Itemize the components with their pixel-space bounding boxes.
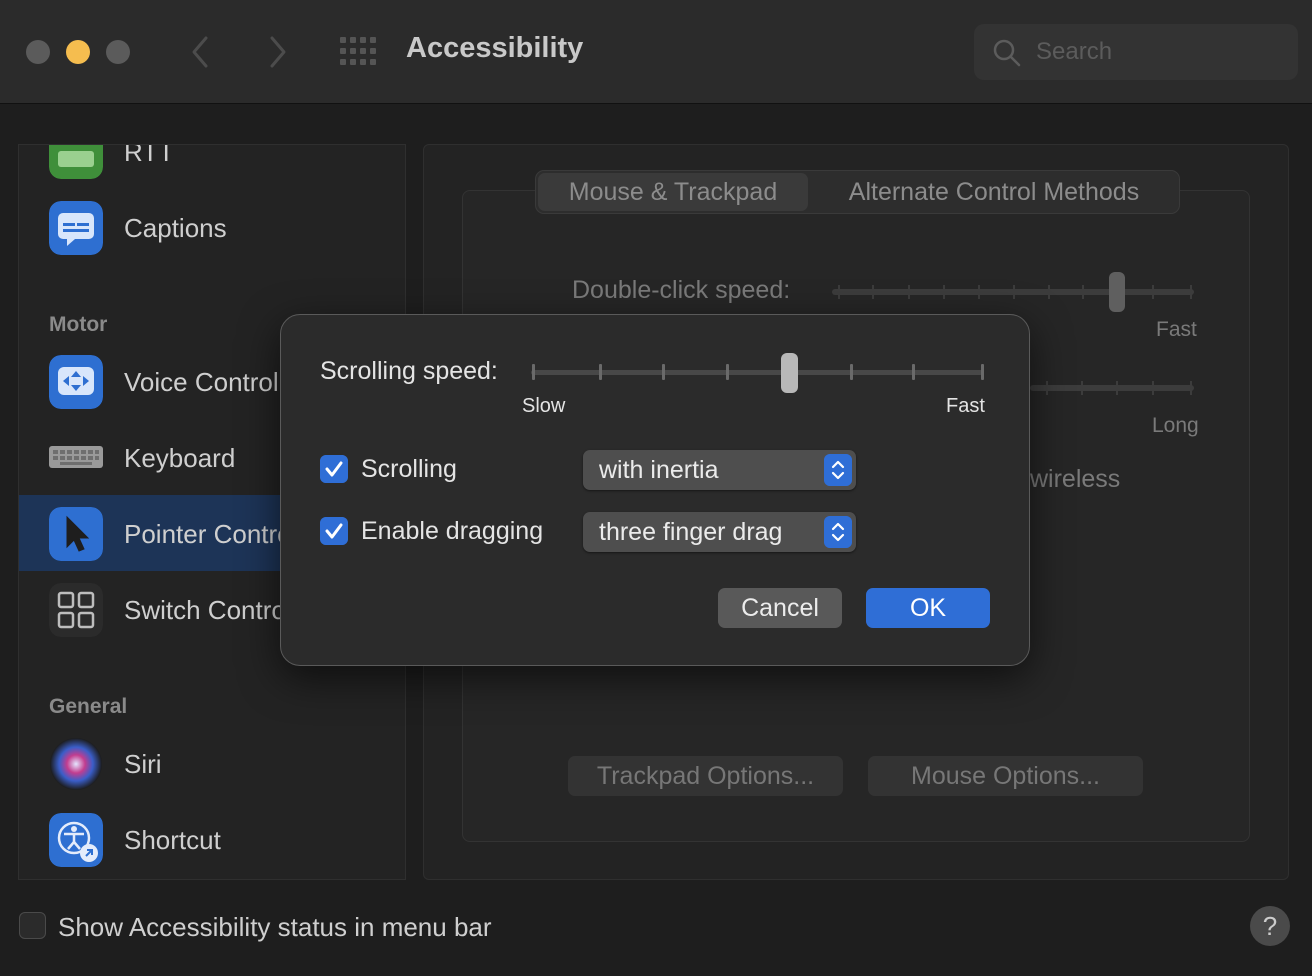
trackpad-options-button[interactable]: Trackpad Options... <box>568 756 843 796</box>
fast-label: Fast <box>946 395 985 417</box>
slider-tick <box>726 364 729 380</box>
sidebar-item-label: Captions <box>124 213 227 243</box>
slider-tick <box>943 285 945 299</box>
slider-tick <box>872 285 874 299</box>
sidebar-item-siri[interactable]: Siri <box>19 725 405 801</box>
slider-tick <box>978 285 980 299</box>
slider-tick <box>908 285 910 299</box>
scrolling-checkbox[interactable] <box>320 455 348 483</box>
slow-label: Slow <box>522 395 566 417</box>
trackpad-options-dialog: Scrolling speed: Slow Fast Scrolling wit… <box>280 314 1030 666</box>
slider-tick <box>912 364 915 380</box>
sidebar-item-label: Shortcut <box>124 825 221 855</box>
siri-icon <box>50 738 102 790</box>
sidebar-item-label: Siri <box>124 749 162 779</box>
slider-tick <box>1116 381 1118 395</box>
dragging-style-popup[interactable]: three finger drag <box>583 512 856 552</box>
chevron-up-down-icon <box>824 454 852 486</box>
slider-tick <box>662 364 665 380</box>
spring-loading-long-label: Long <box>1152 414 1199 437</box>
mouse-options-button[interactable]: Mouse Options... <box>868 756 1143 796</box>
scrolling-label: Scrolling <box>361 455 457 483</box>
slider-tick <box>850 364 853 380</box>
slider-tick <box>599 364 602 380</box>
double-click-fast-label: Fast <box>1156 318 1197 341</box>
ok-button[interactable]: OK <box>866 588 990 628</box>
tab-mouse-trackpad[interactable]: Mouse & Trackpad <box>538 173 808 211</box>
forward-arrow-icon[interactable] <box>262 30 292 74</box>
scrolling-speed-label: Scrolling speed: <box>320 357 498 385</box>
sidebar-item-label: Pointer Control <box>124 519 298 549</box>
chevron-up-down-icon <box>824 516 852 548</box>
slider-tick <box>1190 381 1192 395</box>
cancel-button[interactable]: Cancel <box>718 588 842 628</box>
voice-control-icon <box>49 355 103 409</box>
sidebar-item-label: RTT <box>124 144 175 167</box>
sidebar-item-label: Switch Control <box>124 595 292 625</box>
search-placeholder: Search <box>1036 38 1113 65</box>
slider-tick <box>981 364 984 380</box>
minimize-window-button[interactable] <box>66 40 90 64</box>
double-click-speed-knob[interactable] <box>1109 272 1125 312</box>
slider-tick <box>1152 285 1154 299</box>
double-click-speed-label: Double-click speed: <box>572 276 791 304</box>
accessibility-shortcut-icon <box>49 813 103 867</box>
slider-tick <box>1190 285 1192 299</box>
show-all-grid-icon[interactable] <box>340 37 376 65</box>
sidebar-item-label: Voice Control <box>124 367 279 397</box>
enable-dragging-checkbox[interactable] <box>320 517 348 545</box>
keyboard-rtt-icon <box>49 145 103 179</box>
close-window-button[interactable] <box>26 40 50 64</box>
enable-dragging-label: Enable dragging <box>361 517 544 545</box>
popup-value: with inertia <box>599 456 719 484</box>
section-heading-motor: Motor <box>49 313 108 336</box>
spring-loading-delay-slider[interactable] <box>1030 385 1194 391</box>
slider-tick <box>1152 381 1154 395</box>
scrolling-speed-knob[interactable] <box>781 353 798 393</box>
help-button[interactable]: ? <box>1250 906 1290 946</box>
search-icon <box>993 39 1021 67</box>
slider-tick <box>532 364 535 380</box>
slider-tick <box>1013 285 1015 299</box>
slider-tick <box>1082 285 1084 299</box>
tab-bar: Mouse & Trackpad Alternate Control Metho… <box>535 170 1180 214</box>
title-bar: Accessibility Search <box>0 0 1312 104</box>
slider-tick <box>1081 381 1083 395</box>
show-status-checkbox[interactable] <box>19 912 46 939</box>
slider-tick <box>1046 381 1048 395</box>
search-field[interactable]: Search <box>974 24 1298 80</box>
wireless-text: wireless <box>1030 465 1121 493</box>
switch-control-icon <box>49 583 103 637</box>
captions-icon <box>49 201 103 255</box>
sidebar-item-rtt[interactable]: RTT <box>19 144 405 189</box>
slider-tick <box>838 285 840 299</box>
back-arrow-icon[interactable] <box>186 30 216 74</box>
sidebar-item-captions[interactable]: Captions <box>19 189 405 265</box>
show-status-label: Show Accessibility status in menu bar <box>58 912 492 942</box>
sidebar-item-label: Keyboard <box>124 443 236 473</box>
window-title: Accessibility <box>406 32 584 64</box>
sidebar-item-shortcut[interactable]: Shortcut <box>19 801 405 877</box>
section-heading-general: General <box>49 695 128 718</box>
tab-alternate-control-methods[interactable]: Alternate Control Methods <box>812 173 1176 211</box>
slider-tick <box>1048 285 1050 299</box>
zoom-window-button[interactable] <box>106 40 130 64</box>
pointer-icon <box>49 507 103 561</box>
scrolling-style-popup[interactable]: with inertia <box>583 450 856 490</box>
popup-value: three finger drag <box>599 518 783 546</box>
keyboard-icon <box>49 446 103 468</box>
